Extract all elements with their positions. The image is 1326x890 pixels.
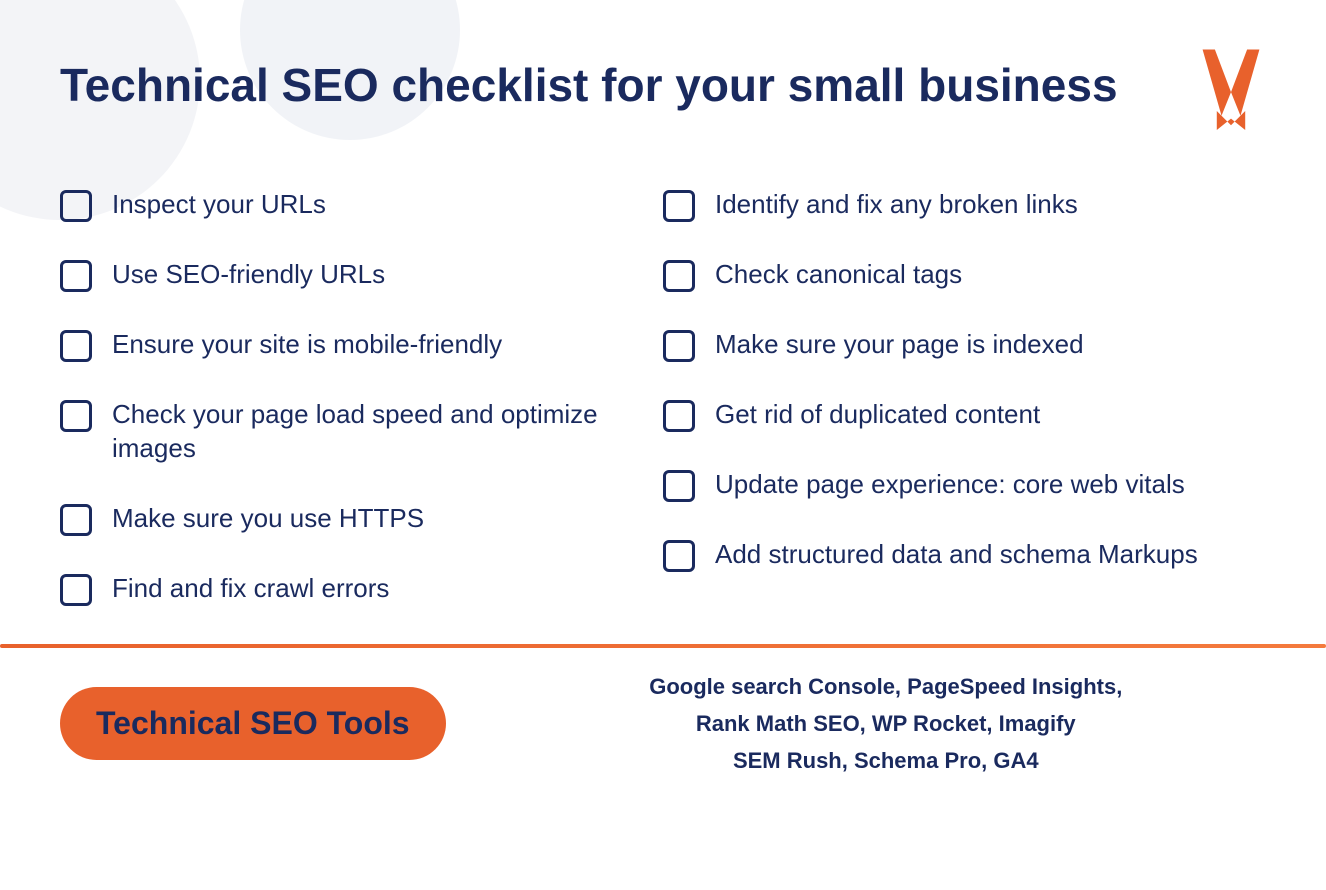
list-item: Make sure you use HTTPS [60,484,663,554]
tools-line-2: Rank Math SEO, WP Rocket, Imagify [696,711,1076,736]
tools-list: Google search Console, PageSpeed Insight… [506,668,1266,780]
footer: Technical SEO Tools Google search Consol… [0,648,1326,800]
item-text-10: Get rid of duplicated content [715,398,1040,432]
logo-area [1196,40,1266,130]
item-text-12: Add structured data and schema Markups [715,538,1198,572]
list-item: Ensure your site is mobile-friendly [60,310,663,380]
checklist-right-col: Identify and fix any broken links Check … [663,170,1266,624]
item-text-7: Identify and fix any broken links [715,188,1078,222]
checkbox-11[interactable] [663,470,695,502]
main-content: Technical SEO checklist for your small b… [0,0,1326,624]
checkbox-7[interactable] [663,190,695,222]
checklist-left-col: Inspect your URLs Use SEO-friendly URLs … [60,170,663,624]
list-item: Add structured data and schema Markups [663,520,1266,590]
checkbox-9[interactable] [663,330,695,362]
list-item: Check your page load speed and optimize … [60,380,663,484]
item-text-4: Check your page load speed and optimize … [112,398,663,466]
checkbox-6[interactable] [60,574,92,606]
checkbox-12[interactable] [663,540,695,572]
tools-line-1: Google search Console, PageSpeed Insight… [649,674,1122,699]
list-item: Get rid of duplicated content [663,380,1266,450]
checkbox-4[interactable] [60,400,92,432]
list-item: Identify and fix any broken links [663,170,1266,240]
list-item: Make sure your page is indexed [663,310,1266,380]
tools-line-3: SEM Rush, Schema Pro, GA4 [733,748,1039,773]
checkbox-3[interactable] [60,330,92,362]
item-text-8: Check canonical tags [715,258,962,292]
item-text-1: Inspect your URLs [112,188,326,222]
page-wrapper: Technical SEO checklist for your small b… [0,0,1326,890]
item-text-9: Make sure your page is indexed [715,328,1084,362]
item-text-3: Ensure your site is mobile-friendly [112,328,502,362]
tools-badge-label: Technical SEO Tools [96,705,410,741]
item-text-2: Use SEO-friendly URLs [112,258,385,292]
header: Technical SEO checklist for your small b… [60,40,1266,130]
checkbox-2[interactable] [60,260,92,292]
checklist-grid: Inspect your URLs Use SEO-friendly URLs … [60,170,1266,624]
list-item: Use SEO-friendly URLs [60,240,663,310]
list-item: Update page experience: core web vitals [663,450,1266,520]
checkbox-1[interactable] [60,190,92,222]
checkbox-5[interactable] [60,504,92,536]
list-item: Inspect your URLs [60,170,663,240]
item-text-5: Make sure you use HTTPS [112,502,424,536]
page-title: Technical SEO checklist for your small b… [60,59,1166,112]
list-item: Check canonical tags [663,240,1266,310]
list-item: Find and fix crawl errors [60,554,663,624]
brand-logo-icon [1196,40,1266,130]
checkbox-8[interactable] [663,260,695,292]
item-text-6: Find and fix crawl errors [112,572,389,606]
item-text-11: Update page experience: core web vitals [715,468,1185,502]
checkbox-10[interactable] [663,400,695,432]
tools-badge: Technical SEO Tools [60,687,446,760]
